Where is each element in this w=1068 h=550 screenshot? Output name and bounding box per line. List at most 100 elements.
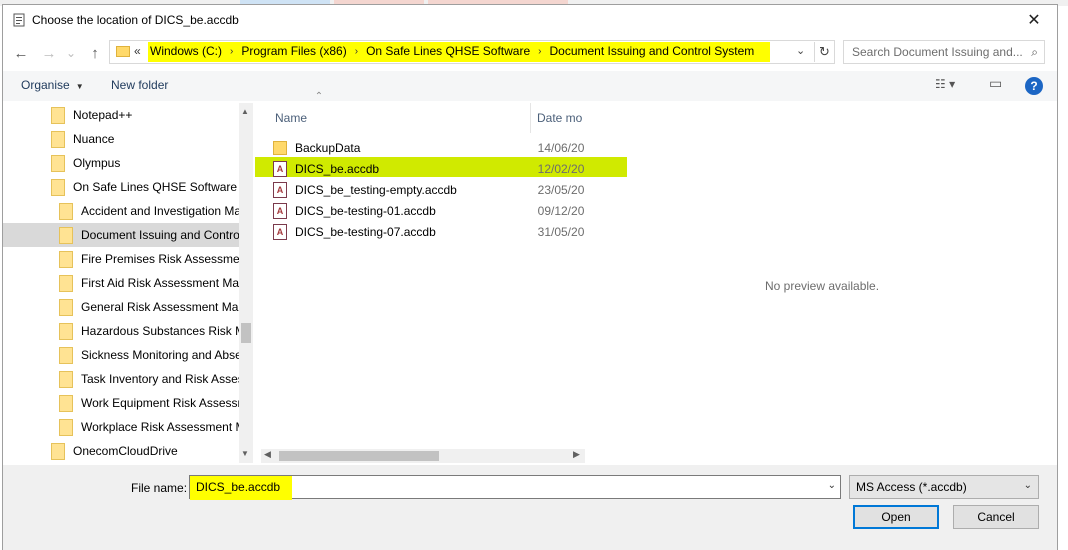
address-bar[interactable]: « Windows (C:) › Program Files (x86) › O…: [109, 40, 835, 64]
breadcrumb-item[interactable]: On Safe Lines QHSE Software: [366, 44, 530, 58]
tree-item-nuance[interactable]: Nuance: [3, 127, 239, 151]
tree-item-on-safe-lines[interactable]: On Safe Lines QHSE Software: [3, 175, 239, 199]
folder-icon: [51, 106, 65, 124]
overflow-chevron-icon[interactable]: «: [134, 44, 141, 58]
tree-item-sickness-monitoring[interactable]: Sickness Monitoring and Abse: [3, 343, 242, 367]
tree-item-olympus[interactable]: Olympus: [3, 151, 239, 175]
folder-icon: [59, 202, 73, 220]
organise-menu[interactable]: Organise ▼: [21, 78, 84, 92]
tree-item-task-inventory[interactable]: Task Inventory and Risk Asses: [3, 367, 244, 391]
file-row[interactable]: BackupData 14/06/20: [273, 137, 585, 158]
file-row[interactable]: A DICS_be-testing-01.accdb 09/12/20: [273, 200, 585, 221]
access-db-icon: [13, 13, 25, 27]
folder-icon: [51, 130, 65, 148]
folder-icon: [51, 154, 65, 172]
tree-item-label: Notepad++: [73, 108, 133, 122]
breadcrumb-separator-icon[interactable]: ›: [538, 46, 541, 57]
navigation-bar: ← → ⌄ ↑ « Windows (C:) › Program Files (…: [3, 37, 1057, 69]
tree-item-label: On Safe Lines QHSE Software: [73, 180, 238, 194]
breadcrumb-item[interactable]: Document Issuing and Control System: [550, 44, 755, 58]
new-folder-button[interactable]: New folder: [111, 78, 168, 92]
file-name: DICS_be-testing-07.accdb: [295, 224, 436, 239]
column-header-date[interactable]: Date mo: [537, 103, 585, 133]
search-placeholder: Search Document Issuing and...: [852, 45, 1023, 59]
address-dropdown-icon[interactable]: ⌄: [796, 44, 805, 57]
view-options-button[interactable]: ☷ ▾: [935, 77, 955, 91]
breadcrumb-separator-icon[interactable]: ›: [230, 46, 233, 57]
file-name-value: DICS_be.accdb: [196, 480, 281, 494]
refresh-button[interactable]: ↻: [814, 42, 834, 62]
scroll-up-icon[interactable]: ▲: [241, 107, 249, 116]
scrollbar-thumb[interactable]: [279, 451, 439, 461]
navigation-pane: Notepad++ Nuance Olympus On Safe Lines Q…: [3, 103, 253, 463]
access-file-icon: A: [273, 181, 287, 198]
file-name-field[interactable]: DICS_be.accdb ⌄: [189, 475, 841, 500]
sort-ascending-icon: ⌃: [314, 90, 324, 102]
navigation-scrollbar[interactable]: ▲ ▼: [239, 103, 253, 463]
tree-item-hazardous-substances[interactable]: Hazardous Substances Risk M: [3, 319, 245, 343]
forward-button[interactable]: →: [39, 43, 59, 63]
file-type-select[interactable]: MS Access (*.accdb) ⌄: [849, 475, 1039, 499]
tree-item-fire-premises[interactable]: Fire Premises Risk Assessment: [3, 247, 250, 271]
scrollbar-thumb[interactable]: [241, 323, 251, 343]
folder-icon: [59, 418, 73, 436]
tree-item-label: Accident and Investigation Ma: [81, 204, 242, 218]
file-name: DICS_be.accdb: [295, 161, 380, 176]
file-date: 31/05/20: [537, 224, 585, 239]
back-button[interactable]: ←: [11, 43, 31, 63]
file-row-selected[interactable]: A DICS_be.accdb 12/02/20: [273, 158, 585, 179]
scroll-down-icon[interactable]: ▼: [241, 449, 249, 458]
recent-locations-button[interactable]: ⌄: [61, 43, 81, 63]
folder-icon: [273, 140, 287, 155]
tree-item-document-issuing[interactable]: Document Issuing and Contro: [3, 223, 240, 247]
horizontal-scrollbar[interactable]: ◀ ▶: [261, 449, 585, 463]
file-name-label: File name:: [131, 481, 188, 495]
preview-pane-button[interactable]: ▭: [989, 75, 1002, 92]
refresh-icon: ↻: [819, 44, 830, 59]
file-row[interactable]: A DICS_be_testing-empty.accdb 23/05/20: [273, 179, 585, 200]
tree-item-label: General Risk Assessment Mana: [81, 300, 252, 314]
open-button[interactable]: Open: [853, 505, 939, 529]
tree-item-label: Work Equipment Risk Assessm: [81, 396, 248, 410]
breadcrumb-item[interactable]: Program Files (x86): [241, 44, 346, 58]
tree-item-label: Document Issuing and Contro: [81, 228, 240, 242]
tree-item-label: Nuance: [73, 132, 115, 146]
tree-item-general-risk[interactable]: General Risk Assessment Mana: [3, 295, 252, 319]
folder-icon: [116, 46, 130, 57]
tree-item-label: Fire Premises Risk Assessment: [81, 252, 250, 266]
close-button[interactable]: ✕: [1011, 5, 1057, 35]
chevron-down-icon[interactable]: ⌄: [828, 480, 836, 491]
tree-item-first-aid[interactable]: First Aid Risk Assessment Mar: [3, 271, 243, 295]
tree-item-workplace-risk[interactable]: Workplace Risk Assessment M: [3, 415, 246, 439]
folder-icon: [59, 394, 73, 412]
file-name: DICS_be-testing-01.accdb: [295, 203, 436, 218]
search-input[interactable]: Search Document Issuing and... ⌕: [843, 40, 1045, 64]
file-row[interactable]: A DICS_be-testing-07.accdb 31/05/20: [273, 221, 585, 242]
breadcrumb-separator-icon[interactable]: ›: [355, 46, 358, 57]
breadcrumb-item[interactable]: Windows (C:): [150, 44, 222, 58]
folder-icon: [59, 370, 73, 388]
tree-item-label: Olympus: [73, 156, 121, 170]
caret-down-icon: ▼: [75, 82, 84, 91]
cancel-button[interactable]: Cancel: [953, 505, 1039, 529]
scroll-left-icon[interactable]: ◀: [264, 449, 271, 460]
tree-item-onecom-clouddrive[interactable]: OnecomCloudDrive: [3, 439, 239, 463]
tree-item-notepad[interactable]: Notepad++: [3, 103, 239, 127]
scroll-right-icon[interactable]: ▶: [573, 449, 580, 460]
tree-item-accident-investigation[interactable]: Accident and Investigation Ma: [3, 199, 242, 223]
command-toolbar: Organise ▼ New folder ☷ ▾ ▭ ?: [3, 71, 1057, 101]
help-button[interactable]: ?: [1025, 77, 1043, 95]
folder-icon: [51, 178, 65, 196]
column-header-name[interactable]: Name: [275, 103, 527, 133]
file-date: 12/02/20: [537, 161, 585, 176]
search-icon: ⌕: [1031, 45, 1038, 59]
preview-pane: No preview available.: [587, 103, 1059, 463]
column-divider[interactable]: [530, 103, 531, 133]
tree-item-label: Sickness Monitoring and Abse: [81, 348, 242, 362]
title-bar: Choose the location of DICS_be.accdb ✕: [3, 5, 1057, 35]
file-list: ⌃ Name Date mo BackupData 14/06/20 A DIC…: [255, 91, 627, 463]
tree-item-work-equipment[interactable]: Work Equipment Risk Assessm: [3, 391, 248, 415]
file-name: BackupData: [295, 140, 361, 155]
tree-item-label: OnecomCloudDrive: [73, 444, 178, 458]
up-button[interactable]: ↑: [85, 43, 105, 63]
